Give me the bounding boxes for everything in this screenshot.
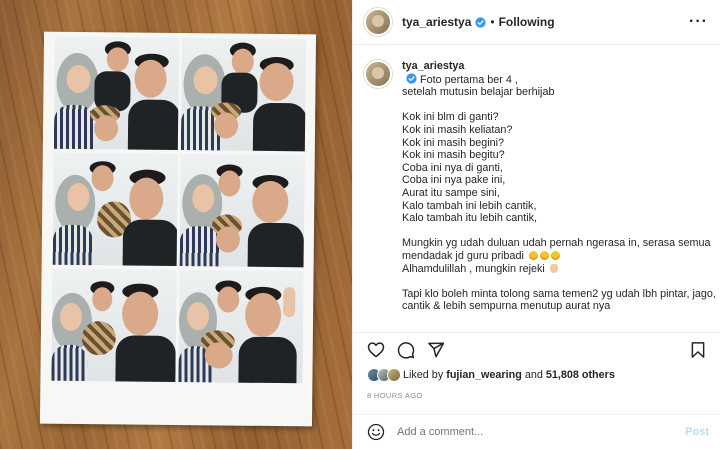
photo-frame <box>178 270 304 384</box>
caption-line: Coba ini nya pake ini, <box>402 174 506 187</box>
post-comment-button[interactable]: Post <box>685 426 709 438</box>
caption-author-username[interactable]: tya_ariestya <box>402 60 464 72</box>
caption-line: Foto pertama ber 4 , <box>420 73 518 86</box>
comment-button[interactable] <box>393 337 419 363</box>
caption-section: tya_ariestya Foto pertama ber 4 , setela… <box>353 46 720 326</box>
caption-line: Kok ini masih begini? <box>402 136 505 149</box>
comment-icon <box>397 341 415 359</box>
caption-line: Kok ini blm di ganti? <box>402 111 499 124</box>
photo-frame <box>51 268 177 382</box>
photo-frame <box>52 152 178 266</box>
bookmark-icon <box>691 341 705 358</box>
caption-comment: tya_ariestya Foto pertama ber 4 , setela… <box>364 60 716 313</box>
verified-badge-icon <box>406 72 417 84</box>
caption-line: Mungkin yg udah duluan udah pernah ngera… <box>402 237 711 250</box>
comment-bar: Post <box>353 414 720 449</box>
share-button[interactable] <box>423 337 449 363</box>
caption-author-avatar[interactable] <box>364 60 392 88</box>
post-actions-bar <box>353 332 720 362</box>
heart-icon <box>367 342 385 358</box>
post-header: tya_ariestya • Following ··· <box>353 0 720 45</box>
liker-avatar[interactable] <box>387 368 401 382</box>
comment-input[interactable] <box>397 426 686 438</box>
caption-line: Alhamdulillah , mungkin rejeki <box>402 262 545 275</box>
photo-frame <box>53 36 180 150</box>
liker-username[interactable]: fujian_wearing <box>446 369 522 381</box>
photo-frame <box>179 154 305 268</box>
like-button[interactable] <box>363 337 389 363</box>
praying-hands-emoji-icon <box>549 263 558 273</box>
more-options-icon[interactable]: ··· <box>689 14 708 30</box>
author-username[interactable]: tya_ariestya <box>402 15 471 29</box>
post-timestamp[interactable]: 8 HOURS AGO <box>367 391 423 400</box>
post-image[interactable] <box>0 0 352 449</box>
likes-prefix: Liked by <box>403 369 444 381</box>
verified-badge-icon <box>475 16 487 28</box>
likes-joiner: and <box>524 369 543 381</box>
author-avatar[interactable] <box>364 8 392 36</box>
smiling-emoji-icon <box>550 250 560 260</box>
caption-line: Kalo tambah itu lebih cantik, <box>402 212 538 225</box>
caption-line: cantik & lebih sempurna menutup aurat ny… <box>402 300 611 313</box>
smiling-emoji-icon <box>528 250 538 260</box>
caption-line: Kalo tambah ini lebih cantik, <box>402 199 537 212</box>
photo-strip <box>39 31 317 427</box>
smiley-icon[interactable] <box>367 423 385 441</box>
liker-avatars[interactable] <box>367 368 401 382</box>
caption-line: Aurat itu sampe sini, <box>402 186 500 199</box>
caption-line: setelah mutusin belajar berhijab <box>402 86 555 99</box>
caption-line: Kok ini masih begitu? <box>402 149 505 162</box>
photo-frame <box>180 38 306 152</box>
caption-line: mendadak jd guru pribadi <box>402 249 524 262</box>
share-icon <box>428 342 445 357</box>
caption-line: Coba ini nya di ganti, <box>402 161 503 174</box>
post-details-panel: tya_ariestya • Following ··· tya_ariesty… <box>352 0 720 449</box>
caption-text: tya_ariestya Foto pertama ber 4 , setela… <box>402 60 716 313</box>
likes-count[interactable]: 51,808 others <box>546 369 615 381</box>
smiling-emoji-icon <box>539 250 549 260</box>
caption-line: Tapi klo boleh minta tolong sama temen2 … <box>402 287 716 300</box>
separator-dot: • <box>490 15 495 29</box>
likes-summary: Liked by fujian_wearing and 51,808 other… <box>367 368 615 382</box>
caption-line: Kok ini masih keliatan? <box>402 123 513 136</box>
following-button[interactable]: Following <box>499 15 555 29</box>
save-button[interactable] <box>685 337 711 363</box>
